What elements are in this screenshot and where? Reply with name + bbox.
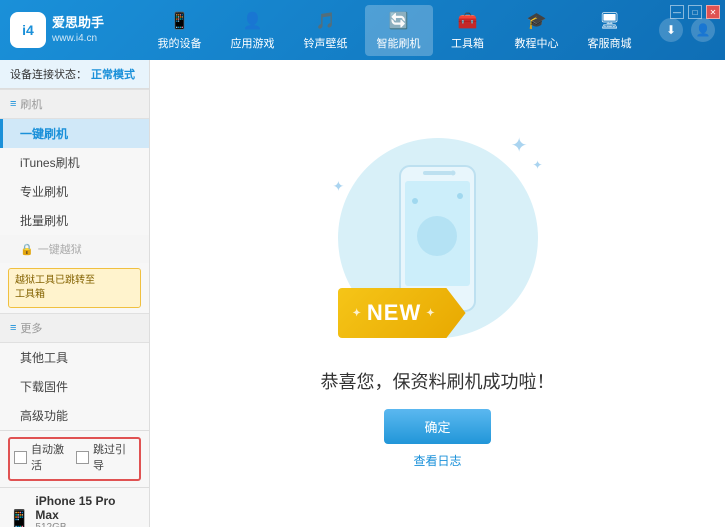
new-ribbon: ✦ NEW ✦ xyxy=(338,288,466,338)
nav-tab-apps-games[interactable]: 👤 应用游戏 xyxy=(219,5,287,56)
status-bar: 设备连接状态： 正常模式 xyxy=(0,60,149,89)
auto-guide-row: 跳过引导 xyxy=(76,441,135,473)
confirm-button[interactable]: 确定 xyxy=(384,409,490,444)
download-button[interactable]: ⬇ xyxy=(659,18,683,42)
sparkle-2: ✦ xyxy=(532,158,542,172)
nav-tab-ringtones[interactable]: 🎵 铃声壁纸 xyxy=(292,5,360,56)
apps-icon: 👤 xyxy=(242,10,264,32)
more-group-icon: ≡ xyxy=(10,322,16,334)
logo-icon: i4 xyxy=(10,12,46,48)
minimize-button[interactable]: — xyxy=(670,5,684,19)
nav-tab-my-device[interactable]: 📱 我的设备 xyxy=(146,5,214,56)
sidebar-item-one-key-flash[interactable]: 一键刷机 xyxy=(0,119,149,148)
device-icon: 📱 xyxy=(169,10,191,32)
nav-tab-toolbox[interactable]: 🧰 工具箱 xyxy=(438,5,498,56)
device-row: 📱 iPhone 15 Pro Max 512GB iPhone xyxy=(8,494,141,527)
user-button[interactable]: 👤 xyxy=(691,18,715,42)
device-details: iPhone 15 Pro Max 512GB iPhone xyxy=(35,494,141,527)
sidebar: 设备连接状态： 正常模式 ≡ 刷机 一键刷机 iTunes刷机 专业刷机 批量刷… xyxy=(0,60,150,527)
service-icon: 🖥 xyxy=(599,10,621,32)
toolbox-icon: 🧰 xyxy=(457,10,479,32)
log-link[interactable]: 查看日志 xyxy=(413,452,461,469)
nav-tab-service[interactable]: 🖥 客服商城 xyxy=(576,5,644,56)
sidebar-group-flash: ≡ 刷机 xyxy=(0,89,149,119)
phone-illustration: ✦ ✦ ✦ ✦ NEW ✦ xyxy=(328,118,548,358)
header-right: ⬇ 👤 xyxy=(659,18,715,42)
auto-activate-row: 自动激活 xyxy=(14,441,73,473)
sidebar-group-jailbreak: 🔒 一键越狱 xyxy=(0,235,149,263)
ringtones-icon: 🎵 xyxy=(315,10,337,32)
sidebar-item-other-tools[interactable]: 其他工具 xyxy=(0,343,149,372)
sidebar-item-advanced[interactable]: 高级功能 xyxy=(0,401,149,430)
sparkle-3: ✦ xyxy=(333,178,345,195)
close-button[interactable]: ✕ xyxy=(706,5,720,19)
status-value: 正常模式 xyxy=(91,66,135,82)
sidebar-item-batch-flash[interactable]: 批量刷机 xyxy=(0,206,149,235)
window-controls: — □ ✕ xyxy=(670,5,720,19)
tutorial-icon: 🎓 xyxy=(526,10,548,32)
sparkle-1: ✦ xyxy=(511,133,528,158)
maximize-button[interactable]: □ xyxy=(688,5,702,19)
sidebar-alert: 越狱工具已跳转至 工具箱 xyxy=(8,268,141,308)
lock-icon: 🔒 xyxy=(20,243,34,256)
nav-tab-smart-flash[interactable]: 🔄 智能刷机 xyxy=(365,5,433,56)
logo-text: 爱思助手 www.i4.cn xyxy=(52,14,104,46)
auto-area: 自动激活 跳过引导 xyxy=(0,430,149,487)
auto-guide-label: 跳过引导 xyxy=(93,441,135,473)
device-info: 📱 iPhone 15 Pro Max 512GB iPhone xyxy=(0,487,149,527)
new-badge: ✦ NEW ✦ xyxy=(338,288,466,338)
flash-icon: 🔄 xyxy=(388,10,410,32)
content-area: ✦ ✦ ✦ ✦ NEW ✦ 恭喜您，保资料刷机成功啦！ 确定 查看日志 xyxy=(150,60,725,527)
flash-group-icon: ≡ xyxy=(10,98,16,110)
nav-tab-tutorial[interactable]: 🎓 教程中心 xyxy=(503,5,571,56)
success-message: 恭喜您，保资料刷机成功啦！ xyxy=(321,368,555,394)
device-name: iPhone 15 Pro Max xyxy=(35,494,141,522)
sidebar-item-pro-flash[interactable]: 专业刷机 xyxy=(0,177,149,206)
sidebar-item-itunes-flash[interactable]: iTunes刷机 xyxy=(0,148,149,177)
nav-tabs: 📱 我的设备 👤 应用游戏 🎵 铃声壁纸 🔄 智能刷机 🧰 工具箱 🎓 xyxy=(130,5,659,56)
header: i4 爱思助手 www.i4.cn 📱 我的设备 👤 应用游戏 🎵 铃声壁纸 🔄 xyxy=(0,0,725,60)
sidebar-group-more: ≡ 更多 xyxy=(0,313,149,343)
auto-box: 自动激活 跳过引导 xyxy=(8,437,141,481)
auto-activate-checkbox[interactable] xyxy=(14,451,27,464)
auto-guide-checkbox[interactable] xyxy=(76,451,89,464)
device-phone-icon: 📱 xyxy=(8,509,30,527)
status-label: 设备连接状态： xyxy=(10,66,87,82)
logo: i4 爱思助手 www.i4.cn xyxy=(10,12,130,48)
sidebar-item-download-fw[interactable]: 下载固件 xyxy=(0,372,149,401)
device-storage: 512GB xyxy=(35,522,141,527)
auto-activate-label: 自动激活 xyxy=(31,441,73,473)
main-area: 设备连接状态： 正常模式 ≡ 刷机 一键刷机 iTunes刷机 专业刷机 批量刷… xyxy=(0,60,725,527)
